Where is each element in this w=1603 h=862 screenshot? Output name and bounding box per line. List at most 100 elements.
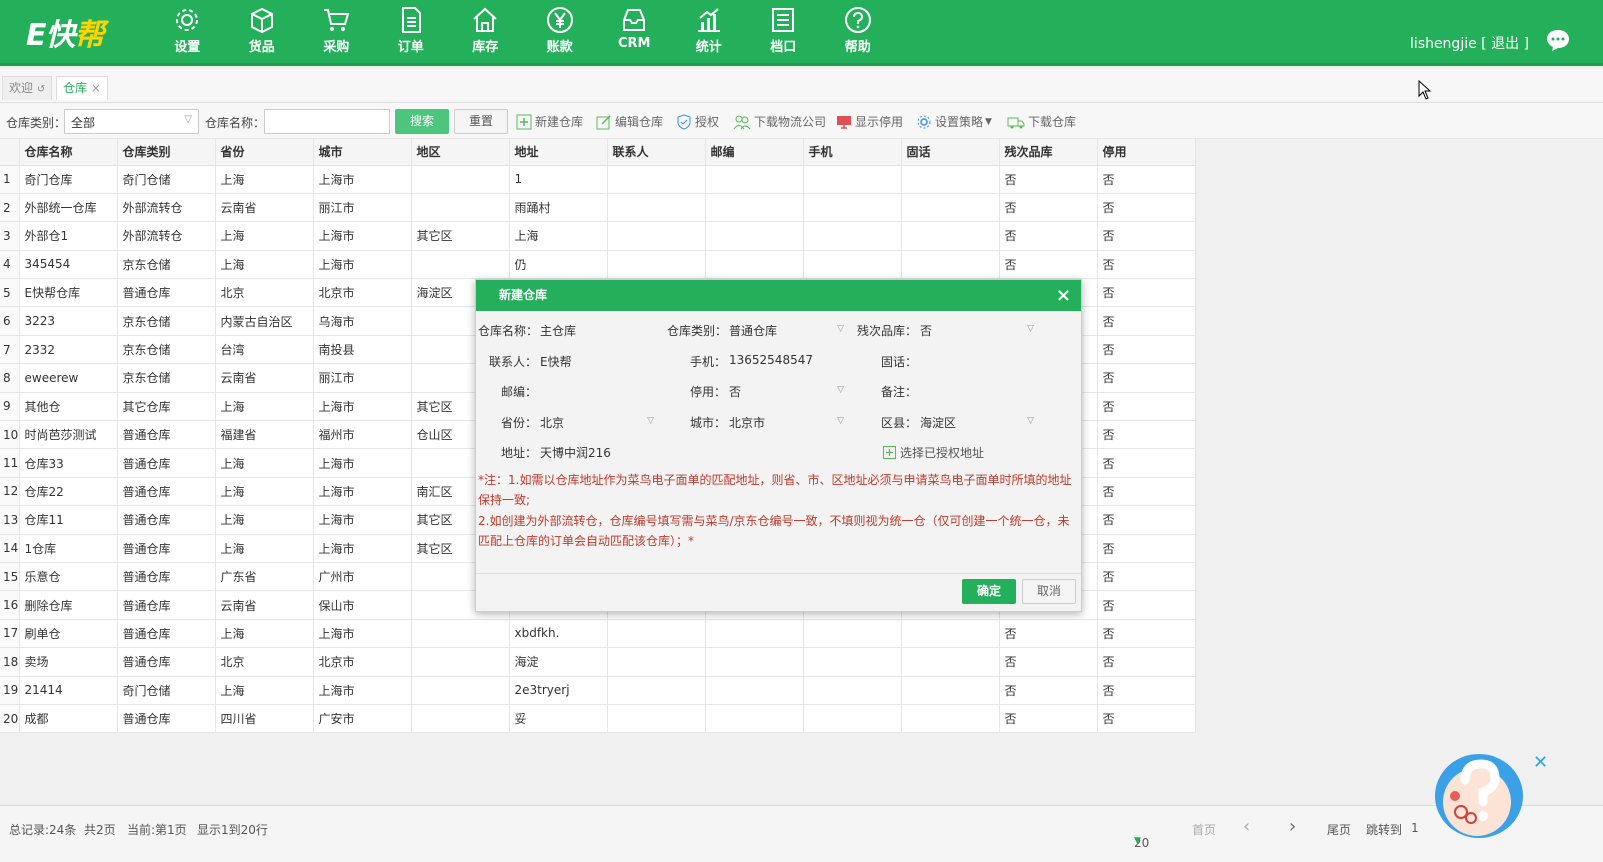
city-field-select[interactable]: 北京市 ▽ <box>729 414 844 430</box>
district-field-select[interactable]: 海淀区 ▽ <box>920 414 1034 430</box>
nav-item-stall[interactable]: 档口 <box>746 6 821 55</box>
app-logo[interactable]: E快帮 <box>26 10 105 54</box>
table-row[interactable]: 4 345454 京东仓储 上海 上海市 仍 否否 <box>0 250 1196 280</box>
nav-item-goods[interactable]: 货品 <box>225 6 300 55</box>
filter-toolbar: 仓库类别： 全部 ▽ 仓库名称： 搜索 重置 新建仓库 编辑仓库 授权 下载物流公… <box>0 103 1603 139</box>
download-warehouse-button[interactable]: 下载仓库 <box>1007 113 1076 130</box>
table-cell: 上海市 <box>313 448 412 478</box>
name-field[interactable]: 主仓库 <box>540 322 650 339</box>
contact-field[interactable]: E快帮 <box>540 353 650 370</box>
contact-field-label: 联系人： <box>489 355 538 369</box>
jump-input[interactable]: 1 <box>1411 821 1419 835</box>
set-strategy-button[interactable]: 设置策略 ▼ <box>916 113 992 130</box>
search-button[interactable]: 搜索 <box>395 109 449 134</box>
column-header[interactable]: 邮编 <box>705 139 804 166</box>
address-field[interactable]: 天博中润216 <box>540 444 840 461</box>
help-mascot-icon[interactable] <box>1433 750 1525 842</box>
chat-icon[interactable] <box>1545 28 1571 52</box>
type-field-value: 普通仓库 <box>729 324 778 338</box>
last-page-button[interactable]: 尾页 <box>1327 821 1351 838</box>
column-header[interactable]: 联系人 <box>607 139 706 166</box>
table-cell <box>803 221 902 251</box>
confirm-button[interactable]: 确定 <box>962 579 1016 604</box>
table-row[interactable]: 3 外部仓1 外部流转仓 上海 上海市 其它区 上海否否 <box>0 221 1196 251</box>
table-cell: 否 <box>999 165 1098 194</box>
column-header[interactable]: 仓库名称 <box>19 139 118 166</box>
prev-page-button[interactable]: ‹ <box>1243 816 1250 837</box>
column-header[interactable]: 仓库类别 <box>117 139 216 166</box>
nav-item-inventory[interactable]: 库存 <box>448 6 523 55</box>
table-cell: 普通仓库 <box>117 647 216 677</box>
nav-label: 统计 <box>695 40 722 55</box>
nav-item-help[interactable]: 帮助 <box>821 6 896 55</box>
column-header[interactable]: 残次品库 <box>999 139 1098 166</box>
close-icon[interactable]: × <box>91 81 101 95</box>
defect-field-select[interactable]: 否 ▽ <box>920 322 1034 338</box>
new-warehouse-button[interactable]: 新建仓库 <box>516 113 583 130</box>
nav-item-orders[interactable]: 订单 <box>374 6 449 55</box>
phone-field[interactable] <box>920 353 1034 369</box>
disabled-field-select[interactable]: 否 ▽ <box>729 383 844 399</box>
tab-welcome[interactable]: 欢迎 ↺ <box>2 76 53 100</box>
table-cell: 四川省 <box>215 704 314 734</box>
row-number-cell: 10 <box>0 420 20 450</box>
column-header[interactable]: 城市 <box>313 139 412 166</box>
table-row[interactable]: 18 卖场 普通仓库 北京 北京市 海淀 否否 <box>0 647 1196 677</box>
cancel-button[interactable]: 取消 <box>1022 579 1076 604</box>
column-header[interactable]: 省份 <box>215 139 314 166</box>
table-cell: 保山市 <box>313 590 412 620</box>
nav-item-settings[interactable]: 设置 <box>150 6 225 55</box>
column-header[interactable]: 停用 <box>1097 139 1196 166</box>
nav-item-accounts[interactable]: 账款 <box>523 6 598 55</box>
column-header[interactable]: 地区 <box>411 139 510 166</box>
nav-label: 货品 <box>248 40 275 55</box>
reset-button[interactable]: 重置 <box>454 109 508 134</box>
table-cell: 北京 <box>215 647 314 677</box>
name-filter-input[interactable] <box>264 109 390 134</box>
column-header[interactable]: 固话 <box>901 139 1000 166</box>
table-cell: 否 <box>999 250 1098 280</box>
table-cell: 345454 <box>19 250 118 280</box>
column-header[interactable]: 地址 <box>509 139 608 166</box>
table-cell <box>705 676 804 705</box>
table-cell <box>705 221 804 251</box>
column-header[interactable]: 手机 <box>803 139 902 166</box>
nav-item-purchase[interactable]: 采购 <box>299 6 374 55</box>
table-cell: 云南省 <box>215 590 314 620</box>
refresh-icon[interactable]: ↺ <box>37 84 45 95</box>
select-authorized-address-button[interactable]: 选择已授权地址 <box>883 444 984 461</box>
chevron-down-icon: ▽ <box>184 114 192 125</box>
caret-down-icon: ▼ <box>1134 836 1141 846</box>
province-field-select[interactable]: 北京 ▽ <box>540 414 654 430</box>
logout-link[interactable]: [ 退出 ] <box>1481 36 1529 52</box>
table-row[interactable]: 19 21414 奇门仓储 上海 上海市 2e3tryerj 否否 <box>0 676 1196 705</box>
close-icon[interactable]: × <box>1056 280 1071 311</box>
name-field-label: 仓库名称： <box>478 324 539 338</box>
row-number-header[interactable] <box>0 139 20 166</box>
mobile-field[interactable]: 13652548547 <box>729 353 844 367</box>
table-cell: 上海市 <box>313 392 412 422</box>
type-field-select[interactable]: 普通仓库 ▽ <box>729 322 844 338</box>
mascot-close-icon[interactable]: ✕ <box>1533 752 1548 773</box>
table-row[interactable]: 17 刷单仓 普通仓库 上海 上海市 xbdfkh. 否否 <box>0 619 1196 649</box>
table-row[interactable]: 2 外部统一仓库 外部流转仓 云南省 丽江市 雨踊村 否否 <box>0 193 1196 223</box>
tab-warehouse[interactable]: 仓库 × <box>56 76 108 100</box>
defect-field-value: 否 <box>920 324 933 338</box>
first-page-button[interactable]: 首页 <box>1192 821 1216 838</box>
download-logistics-button[interactable]: 下载物流公司 <box>733 113 826 130</box>
table-cell: 雨踊村 <box>509 193 608 223</box>
table-cell: 海淀 <box>509 647 608 677</box>
type-filter-select[interactable]: 全部 ▽ <box>64 109 199 134</box>
show-disabled-button[interactable]: 显示停用 <box>836 113 903 130</box>
nav-item-crm[interactable]: CRM <box>597 6 672 55</box>
authorize-button[interactable]: 授权 <box>676 113 719 130</box>
zip-field[interactable] <box>540 383 650 399</box>
remark-field[interactable] <box>920 383 1034 399</box>
edit-warehouse-button[interactable]: 编辑仓库 <box>596 113 663 130</box>
table-cell: 上海市 <box>313 250 412 280</box>
nav-item-statistics[interactable]: 统计 <box>672 6 747 55</box>
table-row[interactable]: 20 成都 普通仓库 四川省 广安市 妥 否否 <box>0 704 1196 734</box>
table-row[interactable]: 1 奇门仓库 奇门仓储 上海 上海市 1 否否 <box>0 165 1196 194</box>
next-page-button[interactable]: › <box>1289 816 1296 837</box>
table-cell: 普通仓库 <box>117 420 216 450</box>
